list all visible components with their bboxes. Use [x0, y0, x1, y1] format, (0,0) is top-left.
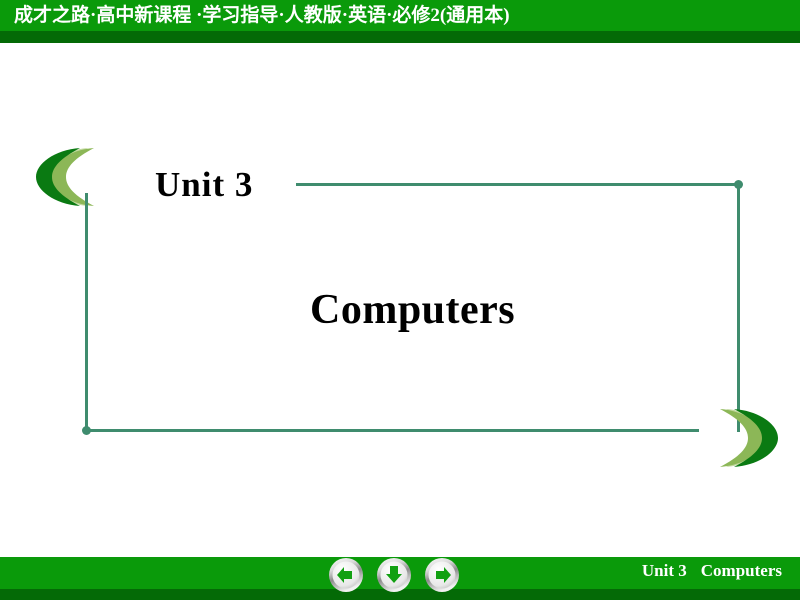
- slide-navigation: [328, 557, 462, 595]
- previous-slide-button[interactable]: [328, 557, 364, 593]
- unit-heading: Unit 3: [155, 165, 254, 204]
- triple-crescent-left-icon: [36, 146, 128, 213]
- next-slide-button[interactable]: [424, 557, 460, 593]
- frame-line-right: [737, 183, 740, 432]
- course-title: 成才之路·高中新课程 ·学习指导·人教版·英语·必修2(通用本): [14, 5, 510, 26]
- frame-line-top: [296, 183, 738, 186]
- frame-line-bottom: [85, 429, 699, 432]
- footer-unit-label: Unit 3: [641, 561, 687, 580]
- triple-crescent-right-icon: [686, 407, 778, 474]
- topic-heading: Computers: [310, 287, 516, 333]
- footer-topic-label: Computers: [700, 561, 782, 580]
- next-section-button[interactable]: [376, 557, 412, 593]
- footer-unit-topic-label: Unit 3 Computers: [642, 561, 782, 581]
- frame-dot-top-right: [734, 180, 743, 189]
- frame-dot-bottom-left: [82, 426, 91, 435]
- header-bar: 成才之路·高中新课程 ·学习指导·人教版·英语·必修2(通用本): [0, 0, 800, 43]
- header-dark-band: [0, 31, 800, 43]
- frame-line-left: [85, 193, 88, 432]
- slide-canvas: Unit 3 Computers: [0, 43, 800, 550]
- footer-white-gap: [0, 550, 800, 557]
